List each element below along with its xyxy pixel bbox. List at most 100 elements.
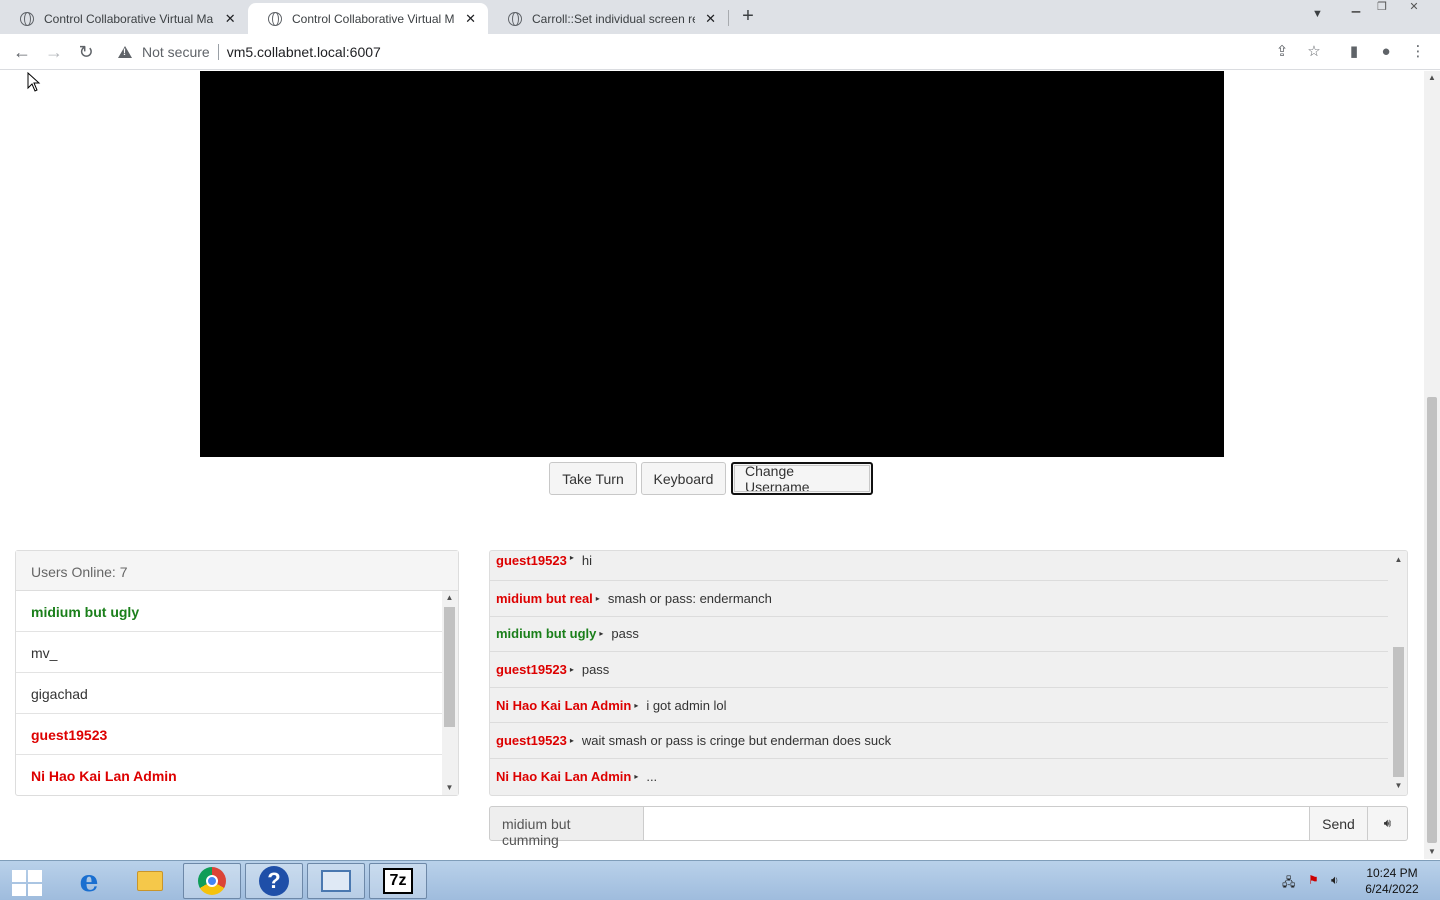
page-scroll-thumb[interactable] — [1427, 397, 1437, 843]
caret-icon: ▸ — [634, 772, 639, 782]
chat-username: guest19523 — [496, 553, 567, 568]
back-icon[interactable]: ← — [11, 41, 33, 63]
scroll-up-arrow-icon[interactable]: ▲ — [442, 591, 457, 605]
new-tab-button[interactable]: + — [738, 6, 758, 26]
omnibox-divider — [217, 44, 219, 60]
chat-message: guest19523 ▸ pass — [490, 652, 1388, 688]
chat-username: midium but ugly — [496, 626, 597, 642]
take-turn-button[interactable]: Take Turn — [549, 462, 637, 495]
globe-icon — [508, 11, 522, 26]
chat-text: pass — [611, 626, 639, 642]
user-item[interactable]: midium but ugly — [16, 591, 442, 632]
reload-icon[interactable]: ↻ — [75, 41, 97, 63]
globe-icon — [20, 11, 34, 26]
tab-search-icon[interactable]: ▼ — [1312, 8, 1323, 20]
taskbar-clock[interactable]: 10:24 PM 6/24/2022 — [1352, 865, 1432, 897]
chat-message: Ni Hao Kai Lan Admin ▸ ... — [490, 759, 1388, 795]
caret-icon: ▸ — [595, 593, 600, 603]
speaker-icon[interactable]: 🔊︎ — [1368, 806, 1408, 841]
url-text[interactable]: vm5.collabnet.local:6007 — [227, 44, 381, 60]
scroll-down-arrow-icon[interactable]: ▼ — [442, 781, 457, 795]
tab-title: Control Collaborative Virtual Ma — [292, 11, 456, 26]
change-username-button[interactable]: Change Username — [731, 462, 873, 495]
caret-icon: ▸ — [569, 664, 574, 674]
caret-icon: ▸ — [634, 700, 639, 710]
user-item[interactable]: guest19523 — [16, 714, 442, 755]
action-center-icon[interactable]: ⚑ — [1308, 873, 1319, 887]
chat-text: i got admin lol — [646, 697, 727, 713]
chat-message: Ni Hao Kai Lan Admin ▸ i got admin lol — [490, 688, 1388, 724]
users-online-header: Users Online: 7 — [16, 551, 458, 591]
control-panel-icon[interactable] — [307, 863, 365, 899]
share-icon[interactable]: ⇪ — [1272, 42, 1292, 62]
chat-username-label: midium but cumming — [489, 806, 644, 848]
caret-icon: ▸ — [599, 629, 604, 639]
send-button[interactable]: Send — [1310, 806, 1368, 841]
close-tab-icon[interactable]: ✕ — [223, 11, 239, 27]
seven-zip-icon[interactable]: 7z — [369, 863, 427, 899]
users-panel: Users Online: 7 midium but ugly mv_ giga… — [15, 550, 459, 796]
scroll-up-arrow-icon[interactable]: ▲ — [1424, 71, 1440, 85]
profile-icon[interactable]: ● — [1376, 42, 1396, 62]
internet-explorer-icon[interactable]: e — [60, 863, 118, 899]
chat-scrollbar[interactable]: ▲ ▼ — [1391, 551, 1407, 795]
user-item[interactable]: Ni Hao Kai Lan Admin — [16, 755, 442, 796]
taskbar: e ? 7z 🖧 ⚑ 🔉︎ 10:24 PM 6/24/2022 — [0, 860, 1440, 900]
chat-text: hi — [581, 553, 592, 568]
browser-tab-2[interactable]: Control Collaborative Virtual Ma ✕ — [248, 3, 488, 34]
scroll-down-arrow-icon[interactable]: ▼ — [1391, 779, 1406, 793]
keyboard-button[interactable]: Keyboard — [641, 462, 726, 495]
tab-strip: Control Collaborative Virtual Ma ✕ Contr… — [0, 0, 1440, 34]
chrome-icon[interactable] — [183, 863, 241, 899]
scroll-down-arrow-icon[interactable]: ▼ — [1424, 845, 1440, 859]
side-panel-icon[interactable]: ▮ — [1344, 42, 1364, 62]
chat-input[interactable] — [644, 806, 1310, 841]
users-scrollbar[interactable]: ▲ ▼ — [442, 591, 458, 795]
warning-icon[interactable] — [118, 46, 132, 58]
chat-username: guest19523 — [496, 733, 567, 749]
page-scrollbar[interactable]: ▲ ▼ — [1424, 71, 1440, 859]
chat-text: pass — [581, 661, 610, 677]
chat-scroll-thumb[interactable] — [1393, 647, 1404, 777]
browser-tab-3[interactable]: Carroll::Set individual screen reso ✕ — [488, 3, 728, 34]
clock-date: 6/24/2022 — [1365, 882, 1419, 896]
user-item[interactable]: mv_ — [16, 632, 442, 673]
help-icon[interactable]: ? — [245, 863, 303, 899]
restore-icon[interactable]: ❐ — [1370, 0, 1394, 20]
bookmark-star-icon[interactable]: ☆ — [1304, 42, 1324, 62]
address-bar[interactable]: Not secure vm5.collabnet.local:6007 — [110, 38, 1332, 66]
chat-message: midium but ugly ▸ pass — [490, 617, 1388, 653]
user-item[interactable]: gigachad — [16, 673, 442, 714]
security-label[interactable]: Not secure — [142, 44, 210, 60]
chat-username: Ni Hao Kai Lan Admin — [496, 769, 632, 785]
chat-text: ... — [646, 769, 658, 785]
tab-title: Carroll::Set individual screen reso — [532, 11, 696, 26]
network-icon[interactable]: 🖧 — [1282, 873, 1295, 894]
minimize-icon[interactable]: ▁ — [1344, 0, 1368, 20]
menu-kebab-icon[interactable]: ⋮ — [1408, 42, 1428, 62]
clock-time: 10:24 PM — [1366, 866, 1418, 880]
file-explorer-icon[interactable] — [121, 863, 179, 899]
chat-username: guest19523 — [496, 661, 567, 677]
chat-message: midium but real ▸ smash or pass: enderma… — [490, 581, 1388, 617]
volume-icon[interactable]: 🔉︎ — [1331, 873, 1339, 888]
close-window-icon[interactable]: ✕ — [1398, 0, 1430, 20]
chat-messages: guest19523 ▸ hi midium but real ▸ smash … — [490, 551, 1388, 795]
start-button[interactable] — [8, 866, 44, 896]
browser-tab-1[interactable]: Control Collaborative Virtual Ma ✕ — [0, 3, 248, 34]
browser-toolbar: ← → ↻ Not secure vm5.collabnet.local:600… — [0, 34, 1440, 70]
users-list: midium but ugly mv_ gigachad guest19523 … — [16, 591, 442, 796]
page-content: Take Turn Keyboard Change Username Users… — [0, 71, 1424, 859]
users-scroll-thumb[interactable] — [444, 607, 455, 727]
forward-icon[interactable]: → — [43, 41, 65, 63]
chat-input-row: midium but cumming Send 🔊︎ — [489, 806, 1408, 848]
chat-panel: guest19523 ▸ hi midium but real ▸ smash … — [489, 550, 1408, 796]
close-tab-icon[interactable]: ✕ — [703, 11, 718, 27]
mouse-cursor-icon — [27, 72, 41, 92]
chat-message: guest19523 ▸ wait smash or pass is cring… — [490, 723, 1388, 759]
scroll-up-arrow-icon[interactable]: ▲ — [1391, 553, 1406, 567]
vm-screen[interactable] — [200, 71, 1224, 457]
close-tab-icon[interactable]: ✕ — [463, 11, 478, 27]
globe-icon — [268, 11, 282, 26]
tab-title: Control Collaborative Virtual Ma — [44, 11, 214, 26]
